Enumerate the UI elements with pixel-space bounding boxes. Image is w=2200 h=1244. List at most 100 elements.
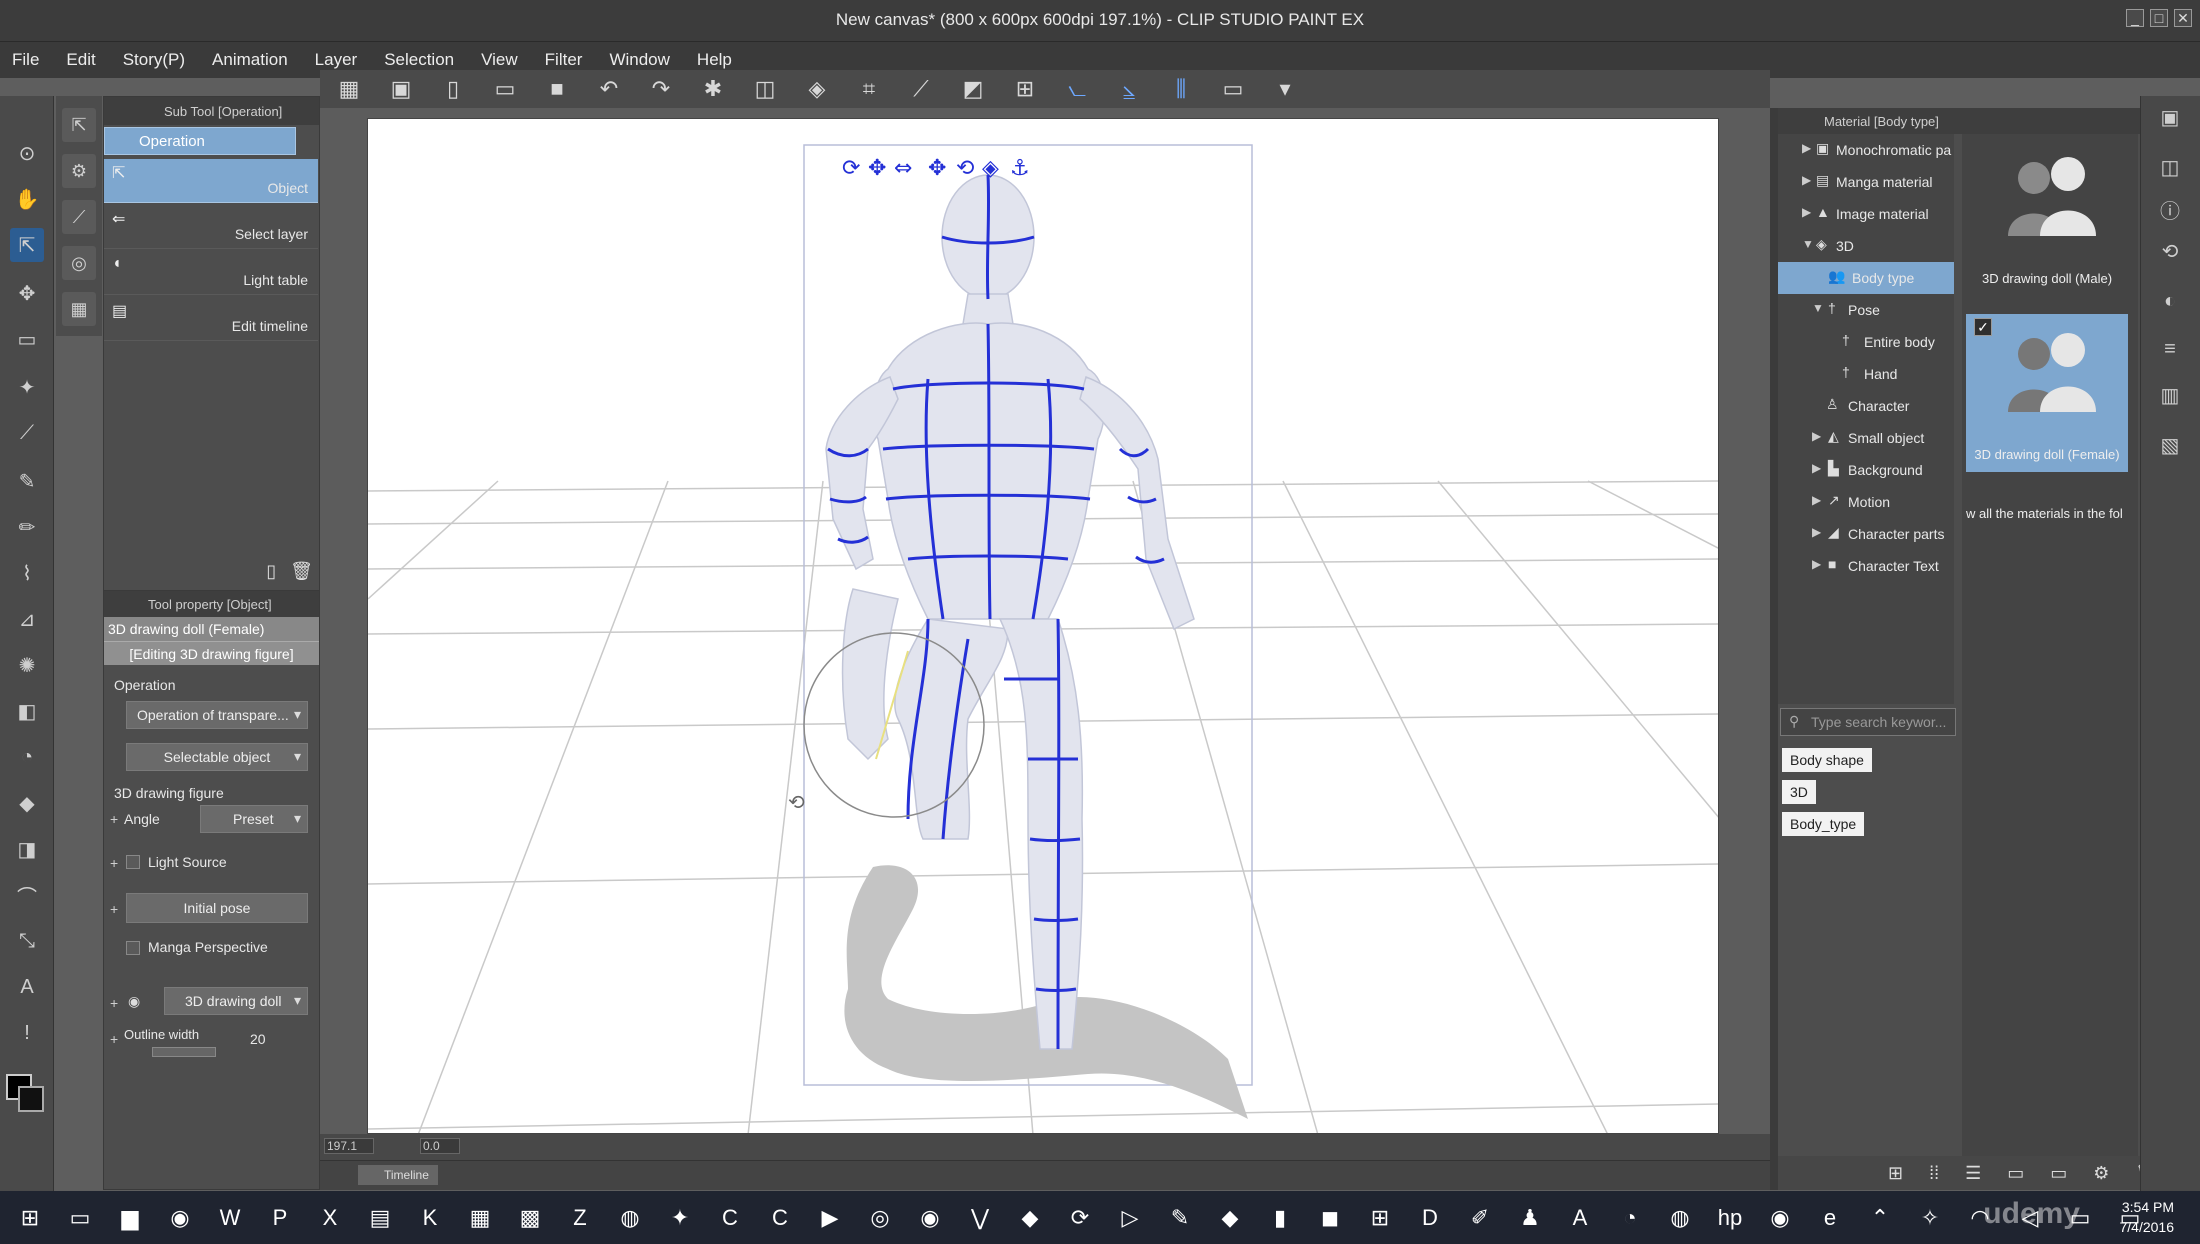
tag-3d[interactable]: 3D	[1782, 780, 1816, 804]
camtasia-recorder-icon[interactable]: C	[760, 1198, 800, 1238]
ruler-icon[interactable]: ◩	[958, 74, 988, 104]
orange-app-icon[interactable]: ◼	[1310, 1198, 1350, 1238]
acrobat-icon[interactable]: A	[1560, 1198, 1600, 1238]
history-icon[interactable]: ⟲	[2155, 236, 2185, 266]
canvas[interactable]: ⟳ ✥ ⇔ ✥ ⟲ ◈ ⚓ ⟲	[367, 118, 1719, 1134]
selection-tool-icon[interactable]: ▭	[10, 322, 44, 356]
light-source-checkbox[interactable]	[126, 855, 140, 869]
camera-manipulator-icon[interactable]: ◈	[982, 156, 999, 181]
erase-icon[interactable]: ◈	[802, 74, 832, 104]
tree-item-3d[interactable]: ▼ ◈ 3D	[1778, 230, 1954, 262]
settings-group-icon[interactable]: ⚙	[62, 154, 96, 188]
menu-selection[interactable]: Selection	[384, 50, 454, 70]
material-settings-icon[interactable]: ⚙	[2093, 1163, 2109, 1184]
analytics-icon[interactable]: ⋁	[960, 1198, 1000, 1238]
media-icon[interactable]: ✦	[660, 1198, 700, 1238]
move-layer-tool-icon[interactable]: ✥	[10, 276, 44, 310]
pen-tool-icon[interactable]: ✎	[10, 464, 44, 498]
canvas-scene[interactable]: ⟳ ✥ ⇔ ✥ ⟲ ◈ ⚓ ⟲	[368, 119, 1719, 1134]
visibility-eye-icon[interactable]: ◉	[128, 993, 140, 1010]
grid-icon[interactable]: ▦	[334, 74, 364, 104]
preset-dropdown[interactable]: Preset	[200, 805, 308, 833]
powerpoint-icon[interactable]: P	[260, 1198, 300, 1238]
selectable-object-dropdown[interactable]: Selectable object	[126, 743, 308, 771]
kindle-icon[interactable]: K	[410, 1198, 450, 1238]
list-view-icon[interactable]: ☰	[1965, 1163, 1981, 1184]
sync-icon[interactable]: ⟳	[1060, 1198, 1100, 1238]
close-button[interactable]: ✕	[2174, 9, 2192, 27]
sub-tool-group-name[interactable]: Operation	[104, 127, 296, 155]
snap-icon[interactable]: ⦦	[1062, 74, 1092, 104]
crop-icon[interactable]: ⌗	[854, 74, 884, 104]
player-icon[interactable]: ▷	[1110, 1198, 1150, 1238]
edge-icon[interactable]: e	[1810, 1198, 1850, 1238]
clock[interactable]: 3:54 PM 7/4/2016	[2120, 1197, 2175, 1237]
clear-icon[interactable]: ✱	[698, 74, 728, 104]
file-explorer-icon[interactable]: ▆	[110, 1198, 150, 1238]
menu-layer[interactable]: Layer	[315, 50, 358, 70]
start-icon[interactable]: ⊞	[10, 1198, 50, 1238]
fill-icon[interactable]: ◫	[750, 74, 780, 104]
decoration-tool-icon[interactable]: ✺	[10, 648, 44, 682]
chrome-icon[interactable]: ◉	[160, 1198, 200, 1238]
tree-item-pose[interactable]: ▼ † Pose	[1778, 294, 1954, 326]
sub-tool-light-table[interactable]: ◖ Light table	[104, 251, 318, 295]
expand-outline-icon[interactable]: +	[110, 1031, 118, 1047]
eyedropper-tool-icon[interactable]: ⟋	[10, 416, 44, 450]
material-panel-icon[interactable]: ▧	[2155, 430, 2185, 460]
app2-icon[interactable]: ◉	[910, 1198, 950, 1238]
timeline-tab[interactable]: Timeline	[358, 1165, 438, 1185]
menu-story[interactable]: Story(P)	[123, 50, 185, 70]
blend-tool-icon[interactable]: ◔	[10, 740, 44, 774]
dropdown-icon[interactable]: ▾	[1270, 74, 1300, 104]
snap-grid-icon[interactable]: ⊞	[1010, 74, 1040, 104]
snap-perspective-icon[interactable]: ⫼	[1166, 74, 1196, 104]
menu-filter[interactable]: Filter	[545, 50, 583, 70]
save-icon[interactable]: ■	[542, 74, 572, 104]
menu-window[interactable]: Window	[609, 50, 669, 70]
menu-edit[interactable]: Edit	[66, 50, 95, 70]
balloon-tool-icon[interactable]: !	[10, 1016, 44, 1050]
sub-tool-edit-timeline[interactable]: ▤ Edit timeline	[104, 297, 318, 341]
airbrush-tool-icon[interactable]: ⊿	[10, 602, 44, 636]
tree-item-entire-body[interactable]: † Entire body	[1778, 326, 1954, 358]
chart-icon[interactable]: ▮	[1260, 1198, 1300, 1238]
tree-item-character-parts[interactable]: ▶ ◢ Character parts	[1778, 518, 1954, 550]
pan-manipulator-icon[interactable]: ✥	[928, 156, 946, 181]
move-manipulator-icon[interactable]: ✥	[868, 156, 886, 181]
paste-material-icon[interactable]: ▭	[2007, 1163, 2024, 1184]
material-card-female[interactable]: ✓ 3D drawing doll (Female)	[1966, 314, 2128, 472]
gradient-tool-icon[interactable]: ◨	[10, 832, 44, 866]
monitor-icon[interactable]: ▭	[1218, 74, 1248, 104]
new-sub-tool-icon[interactable]: ▯	[266, 561, 276, 582]
info-icon[interactable]: ⓘ	[2155, 194, 2185, 224]
rotate-manipulator-icon[interactable]: ⟳	[842, 156, 860, 181]
clip-paint-icon[interactable]: ♟	[1510, 1198, 1550, 1238]
operation-mode-dropdown[interactable]: Operation of transpare...	[126, 701, 308, 729]
clip-studio-icon[interactable]: ✐	[1460, 1198, 1500, 1238]
color-set-icon[interactable]: ≡	[2155, 334, 2185, 364]
navigator-icon[interactable]: ▣	[2155, 102, 2185, 132]
hp-icon[interactable]: hp	[1710, 1198, 1750, 1238]
operation-tool-icon[interactable]: ⇱	[10, 228, 44, 262]
pencil-tool-icon[interactable]: ✏	[10, 510, 44, 544]
layer-property-icon[interactable]: ◫	[2155, 152, 2185, 182]
material-card-male[interactable]: 3D drawing doll (Male)	[1966, 138, 2128, 296]
globe-icon[interactable]: ◍	[1660, 1198, 1700, 1238]
tag-body-type[interactable]: Body_type	[1782, 812, 1865, 836]
expand-doll-icon[interactable]: +	[110, 995, 118, 1011]
expand-pose-icon[interactable]: +	[110, 901, 118, 917]
frame-tool-icon[interactable]: ⤡	[10, 924, 44, 958]
tree-item-monochromatic[interactable]: ▶ ▣ Monochromatic pa	[1778, 134, 1954, 166]
slide-manipulator-icon[interactable]: ⇔	[894, 156, 912, 181]
orbit-manipulator-icon[interactable]: ⟲	[956, 156, 974, 181]
task-view-icon[interactable]: ▭	[60, 1198, 100, 1238]
tag-body-shape[interactable]: Body shape	[1782, 748, 1872, 772]
tree-item-small-object[interactable]: ▶ ◭ Small object	[1778, 422, 1954, 454]
bag-icon[interactable]: ◆	[1210, 1198, 1250, 1238]
selected-check-icon[interactable]: ✓	[1974, 318, 1992, 336]
expand-angle-icon[interactable]: +	[110, 811, 118, 827]
layer-group-icon[interactable]: ◎	[62, 246, 96, 280]
tree-item-character[interactable]: ♙ Character	[1778, 390, 1954, 422]
operation-group-icon[interactable]: ⇱	[62, 108, 96, 142]
